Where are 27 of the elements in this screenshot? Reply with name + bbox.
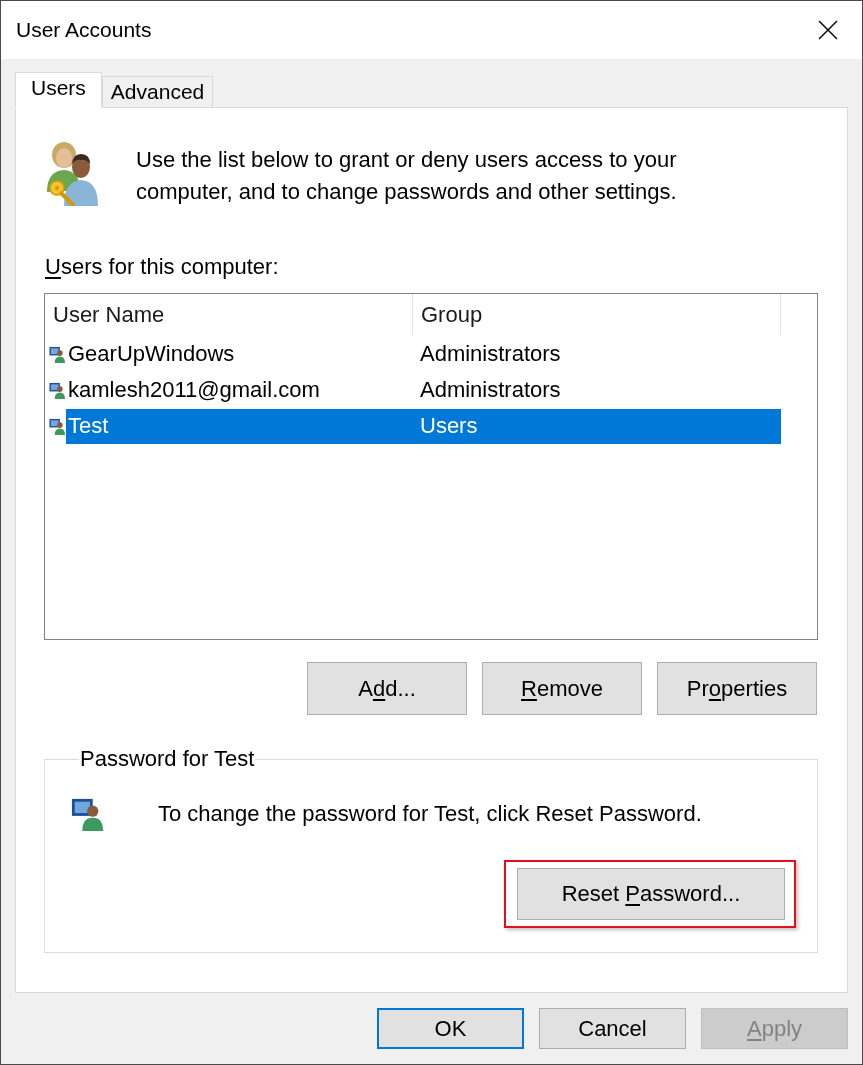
user-monitor-icon (49, 417, 66, 435)
table-cell-text: Users (419, 413, 479, 439)
close-icon (818, 20, 838, 40)
window-title: User Accounts (16, 18, 152, 42)
table-cell-text: kamlesh2011@gmail.com (67, 377, 321, 403)
tab[interactable]: Users (15, 72, 102, 108)
list-label: Users for this computer: (45, 254, 280, 280)
table-cell-text: Administrators (419, 341, 562, 367)
user-monitor-icon (71, 797, 105, 831)
push-button[interactable]: Properties (657, 662, 817, 715)
tab[interactable]: Advanced (101, 76, 214, 108)
table-cell-text: GearUpWindows (67, 341, 236, 367)
group-title: Password for Test (79, 746, 256, 772)
user-monitor-icon (49, 381, 66, 399)
table-cell-text: Test (67, 413, 110, 439)
list-row[interactable]: Test Users (66, 408, 781, 444)
table-cell-text: Administrators (419, 377, 562, 403)
intro-text: Use the list below to grant or deny users access to your computer, and to change passwords and other settings. (136, 146, 678, 206)
user-monitor-icon (49, 345, 66, 363)
list-row[interactable]: kamlesh2011@gmail.com Administrators (66, 372, 781, 408)
dialog-button[interactable]: Cancel (539, 1008, 686, 1049)
dialog-button[interactable]: OK (377, 1008, 524, 1049)
list-row[interactable]: GearUpWindows Administrators (66, 336, 781, 372)
reset-password-button[interactable]: Reset Password... (517, 868, 785, 920)
push-button[interactable]: Remove (482, 662, 642, 715)
password-message: To change the password for Test, click Reset Password. (158, 801, 702, 827)
push-button[interactable]: Add... (307, 662, 467, 715)
